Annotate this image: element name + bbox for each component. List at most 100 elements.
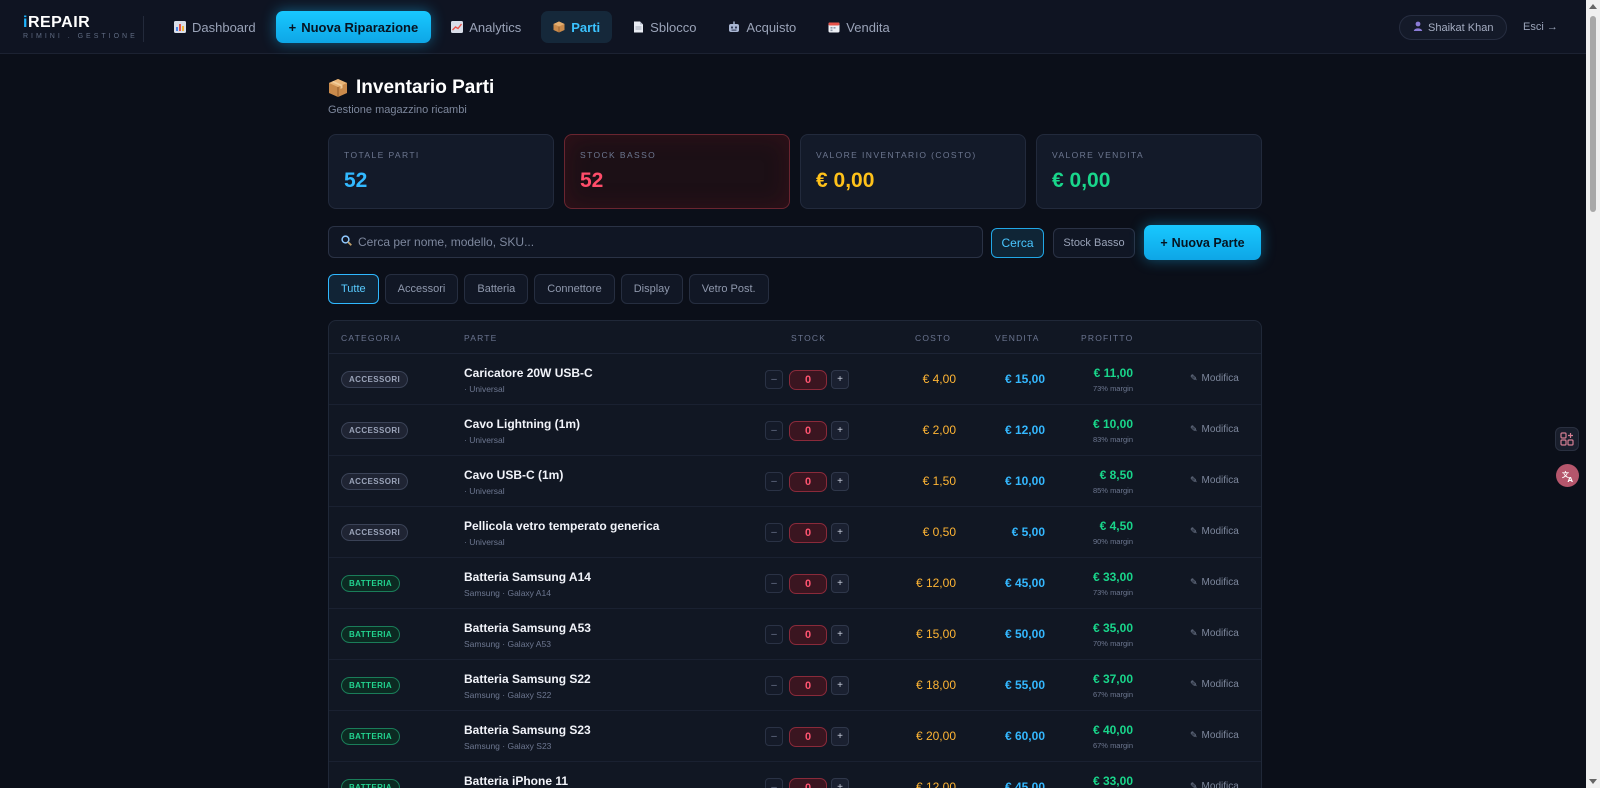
pencil-icon: ✎ xyxy=(1190,577,1198,587)
plus-icon: + xyxy=(1160,235,1168,250)
nav-dashboard[interactable]: Dashboard xyxy=(162,11,268,43)
search-button[interactable]: Cerca xyxy=(991,228,1044,258)
table-body: ACCESSORI Caricatore 20W USB-C · Universal… xyxy=(329,354,1261,788)
nav-unlock[interactable]: Sblocco xyxy=(620,11,708,43)
stock-value[interactable]: 0 xyxy=(789,421,827,441)
stock-value[interactable]: 0 xyxy=(789,370,827,390)
edit-button[interactable]: ✎ Modifica xyxy=(1190,373,1239,384)
stock-decrease-button[interactable]: – xyxy=(765,727,783,746)
part-model: Samsung · Galaxy A53 xyxy=(464,639,551,649)
apps-icon[interactable] xyxy=(1555,427,1579,451)
nav-analytics[interactable]: Analytics xyxy=(439,11,533,43)
table-row: BATTERIA Batteria iPhone 11 –0 + € 12,00 € 45… xyxy=(329,762,1261,788)
new-part-label: Nuova Parte xyxy=(1171,235,1245,250)
category-badge: ACCESSORI xyxy=(341,473,409,490)
edit-button[interactable]: ✎ Modifica xyxy=(1190,424,1239,435)
edit-label: Modifica xyxy=(1201,628,1239,639)
stock-increase-button[interactable]: + xyxy=(831,574,849,593)
stock-increase-button[interactable]: + xyxy=(831,727,849,746)
stock-decrease-button[interactable]: – xyxy=(765,625,783,644)
table-row: ACCESSORI Cavo Lightning (1m) · Universal –… xyxy=(329,405,1261,456)
column-header-stock: STOCK xyxy=(791,333,827,343)
stock-decrease-button[interactable]: – xyxy=(765,676,783,695)
scrollbar-thumb[interactable] xyxy=(1590,16,1596,212)
part-name: Batteria Samsung S22 xyxy=(464,672,591,686)
edit-button[interactable]: ✎ Modifica xyxy=(1190,526,1239,537)
edit-button[interactable]: ✎ Modifica xyxy=(1190,679,1239,690)
table-row: ACCESSORI Pellicola vetro temperato gener… xyxy=(329,507,1261,558)
stat-card-low-stock: STOCK BASSO 52 xyxy=(564,134,790,209)
part-cost: € 20,00 xyxy=(915,729,956,743)
stock-value[interactable]: 0 xyxy=(789,727,827,747)
stock-value[interactable]: 0 xyxy=(789,472,827,492)
search-box xyxy=(328,226,983,258)
new-part-button[interactable]: + Nuova Parte xyxy=(1144,225,1261,260)
part-profit: € 40,00 xyxy=(1092,723,1133,737)
part-cost: € 12,00 xyxy=(915,576,956,590)
filter-batteria[interactable]: Batteria xyxy=(464,274,529,304)
edit-label: Modifica xyxy=(1201,781,1239,788)
part-sale-price: € 5,00 xyxy=(1011,525,1045,539)
stock-decrease-button[interactable]: – xyxy=(765,421,783,440)
edit-button[interactable]: ✎ Modifica xyxy=(1190,730,1239,741)
column-header-cost: COSTO xyxy=(915,333,952,343)
edit-label: Modifica xyxy=(1201,679,1239,690)
filter-display[interactable]: Display xyxy=(620,274,683,304)
part-margin: 90% margin xyxy=(1092,537,1133,546)
stock-decrease-button[interactable]: – xyxy=(765,574,783,593)
stock-increase-button[interactable]: + xyxy=(831,625,849,644)
stat-label: VALORE INVENTARIO (COSTO) xyxy=(816,150,977,160)
stock-increase-button[interactable]: + xyxy=(831,421,849,440)
new-repair-button[interactable]: + Nuova Riparazione xyxy=(275,11,432,43)
edit-button[interactable]: ✎ Modifica xyxy=(1190,781,1239,788)
logout-link[interactable]: Esci → xyxy=(1523,21,1558,33)
stat-label: TOTALE PARTI xyxy=(344,150,420,160)
stock-decrease-button[interactable]: – xyxy=(765,523,783,542)
column-header-profit: PROFITTO xyxy=(1081,333,1134,343)
part-sale-price: € 45,00 xyxy=(1004,576,1045,590)
translate-icon[interactable]: 文A xyxy=(1556,464,1579,487)
brand-subtitle: RIMINI . GESTIONE xyxy=(23,33,138,40)
user-menu[interactable]: Shaikat Khan xyxy=(1399,15,1508,40)
edit-button[interactable]: ✎ Modifica xyxy=(1190,475,1239,486)
scroll-up-icon[interactable] xyxy=(1589,4,1597,9)
nav-analytics-label: Analytics xyxy=(469,19,522,35)
part-profit: € 11,00 xyxy=(1093,366,1133,380)
stock-decrease-button[interactable]: – xyxy=(765,472,783,491)
stock-increase-button[interactable]: + xyxy=(831,676,849,695)
edit-label: Modifica xyxy=(1201,373,1239,384)
stock-value[interactable]: 0 xyxy=(789,676,827,696)
pencil-icon: ✎ xyxy=(1190,373,1198,383)
stat-card-total: TOTALE PARTI 52 xyxy=(328,134,554,209)
stock-decrease-button[interactable]: – xyxy=(765,370,783,389)
stock-value[interactable]: 0 xyxy=(789,523,827,543)
stock-decrease-button[interactable]: – xyxy=(765,778,783,788)
category-badge: BATTERIA xyxy=(341,575,401,592)
filter-connettore[interactable]: Connettore xyxy=(534,274,615,304)
part-margin: 83% margin xyxy=(1092,435,1133,444)
calendar-icon xyxy=(828,21,840,33)
stock-value[interactable]: 0 xyxy=(789,625,827,645)
category-badge: BATTERIA xyxy=(341,677,401,694)
nav-parts-label: Parti xyxy=(571,19,601,35)
edit-button[interactable]: ✎ Modifica xyxy=(1190,628,1239,639)
part-cost: € 0,50 xyxy=(922,525,956,539)
filter-tutte[interactable]: Tutte xyxy=(328,274,379,304)
search-input[interactable] xyxy=(358,235,958,249)
stock-increase-button[interactable]: + xyxy=(831,778,849,788)
stock-increase-button[interactable]: + xyxy=(831,523,849,542)
edit-button[interactable]: ✎ Modifica xyxy=(1190,577,1239,588)
nav-sale[interactable]: Vendita xyxy=(816,11,901,43)
low-stock-button[interactable]: Stock Basso xyxy=(1053,228,1135,258)
filter-accessori[interactable]: Accessori xyxy=(384,274,459,304)
page-scrollbar[interactable] xyxy=(1586,0,1600,788)
nav-parts[interactable]: Parti xyxy=(541,11,613,43)
nav-purchase[interactable]: Acquisto xyxy=(716,11,808,43)
brand-logo[interactable]: iREPAIR RIMINI . GESTIONE xyxy=(23,14,138,40)
stock-increase-button[interactable]: + xyxy=(831,472,849,491)
filter-vetro-post[interactable]: Vetro Post. xyxy=(688,274,769,304)
stock-value[interactable]: 0 xyxy=(789,574,827,594)
scroll-down-icon[interactable] xyxy=(1589,779,1597,784)
stock-increase-button[interactable]: + xyxy=(831,370,849,389)
stock-value[interactable]: 0 xyxy=(789,778,827,788)
